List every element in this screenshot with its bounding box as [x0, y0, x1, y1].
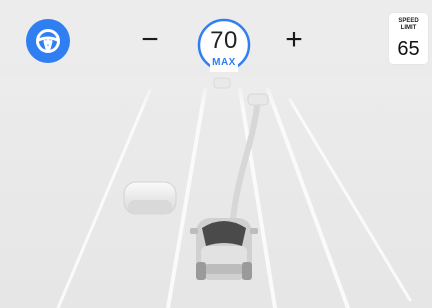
lane-line-far-right [266, 88, 350, 308]
parked-vehicle-left [123, 181, 177, 215]
autopilot-display: − 70 MAX + SPEED LIMIT 65 [0, 0, 432, 308]
speed-limit-title-line2: LIMIT [400, 25, 417, 31]
ego-vehicle [190, 218, 258, 280]
speed-limit-value: 65 [397, 38, 420, 60]
set-speed-mode-label: MAX [212, 57, 236, 68]
set-speed-indicator[interactable]: 70 MAX [196, 17, 252, 73]
autopilot-button[interactable] [26, 19, 70, 63]
steering-wheel-icon [36, 29, 60, 53]
lead-vehicle-adjacent-lane [247, 93, 269, 106]
set-speed-value: 70 [210, 27, 238, 54]
increase-speed-button[interactable]: + [279, 22, 309, 58]
speed-limit-title-line1: SPEED [398, 18, 419, 24]
speed-limit-sign: SPEED LIMIT 65 [389, 13, 428, 64]
cruise-control-bar: − 70 MAX + SPEED LIMIT 65 [0, 0, 432, 80]
speed-limit-title: SPEED LIMIT [389, 18, 428, 32]
decrease-speed-button[interactable]: − [135, 22, 165, 58]
